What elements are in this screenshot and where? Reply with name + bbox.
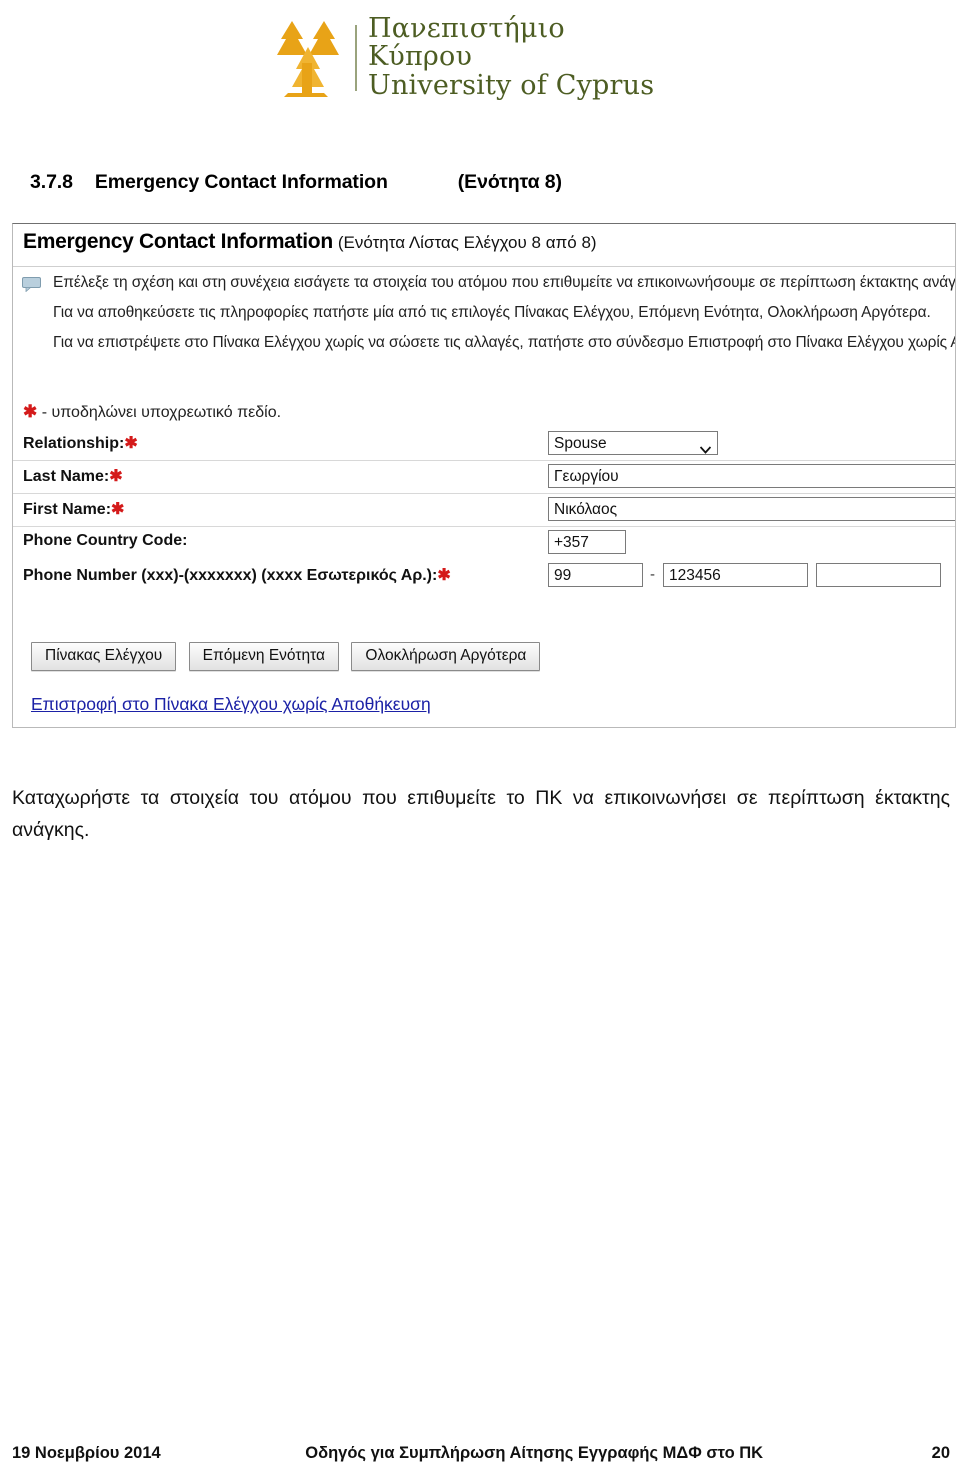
- phone-area-value: 99: [554, 567, 572, 584]
- instruction-line-3: Για να επιστρέψετε στο Πίνακα Ελέγχου χω…: [53, 334, 956, 351]
- last-name-value: Γεωργίου: [554, 468, 619, 485]
- row-divider-3: [13, 526, 955, 527]
- row-divider-1: [13, 460, 955, 461]
- last-name-input[interactable]: Γεωργίου: [548, 464, 955, 488]
- footer-title: Οδηγός για Συμπλήρωση Αίτησης Εγγραφής Μ…: [305, 1444, 764, 1462]
- first-name-input[interactable]: Νικόλαος: [548, 497, 955, 521]
- footer-page-number: 20: [931, 1444, 950, 1462]
- form-title: Emergency Contact Information (Ενότητα Λί…: [23, 230, 597, 254]
- required-note-text: - υποδηλώνει υποχρεωτικό πεδίο.: [41, 404, 282, 421]
- form-button-row: Πίνακας Ελέγχου Επόμενη Ενότητα Ολοκλήρω…: [31, 642, 548, 671]
- phone-number-value: 123456: [669, 567, 721, 584]
- form-title-suffix: (Ενότητα Λίστας Ελέγχου 8 από 8): [337, 233, 597, 252]
- country-code-value: +357: [554, 534, 589, 551]
- required-asterisk-icon: ✱: [23, 402, 38, 421]
- body-paragraph: Καταχωρήστε τα στοιχεία του ατόμου που ε…: [12, 786, 950, 841]
- row-divider-2: [13, 493, 955, 494]
- dashboard-button[interactable]: Πίνακας Ελέγχου: [31, 642, 177, 671]
- relationship-select[interactable]: Spouse: [548, 431, 718, 455]
- speech-bubble-icon: [22, 277, 41, 293]
- next-section-button[interactable]: Επόμενη Ενότητα: [188, 642, 339, 671]
- phone-extension-input[interactable]: [816, 563, 941, 587]
- phone-label: Phone Number (xxx)-(xxxxxxx) (xxxx Εσωτε…: [23, 567, 451, 584]
- phone-number-input[interactable]: 123456: [663, 563, 808, 587]
- country-code-label: Phone Country Code:: [23, 532, 188, 549]
- relationship-label: Relationship:✱: [23, 435, 138, 452]
- title-divider: [13, 266, 955, 267]
- phone-required-icon: ✱: [437, 567, 451, 584]
- last-name-label: Last Name:✱: [23, 468, 123, 485]
- form-title-main: Emergency Contact Information: [23, 230, 333, 253]
- university-logo: Πανεπιστήμιο Κύπρου University of Cyprus: [262, 10, 667, 105]
- section-number: 3.7.8: [30, 171, 73, 193]
- chevron-down-icon: [699, 439, 712, 454]
- footer-date: 19 Νοεμβρίου 2014: [12, 1444, 161, 1462]
- return-without-saving-link[interactable]: Επιστροφή στο Πίνακα Ελέγχου χωρίς Αποθή…: [31, 694, 431, 715]
- logo-greek-name: Πανεπιστήμιο Κύπρου: [368, 13, 565, 73]
- last-name-required-icon: ✱: [109, 468, 123, 485]
- logo-divider: [355, 24, 357, 91]
- section-greek-label: (Ενότητα 8): [457, 171, 562, 193]
- section-heading: 3.7.8 Emergency Contact Information (Ενότη…: [30, 171, 730, 194]
- section-title: Emergency Contact Information: [94, 171, 388, 193]
- phone-separator: -: [650, 566, 655, 583]
- first-name-required-icon: ✱: [111, 501, 125, 518]
- logo-english-name: University of Cyprus: [368, 69, 655, 101]
- phone-area-input[interactable]: 99: [548, 563, 643, 587]
- instruction-line-1: Επέλεξε τη σχέση και στη συνέχεια εισάγε…: [53, 274, 956, 291]
- instruction-line-2: Για να αποθηκεύσετε τις πληροφορίες πατή…: [53, 304, 931, 321]
- country-code-input[interactable]: +357: [548, 530, 626, 554]
- required-field-note: ✱ - υποδηλώνει υποχρεωτικό πεδίο.: [23, 402, 281, 422]
- first-name-value: Νικόλαος: [554, 501, 618, 518]
- tree-logo-icon: [262, 17, 350, 99]
- relationship-select-value: Spouse: [554, 435, 607, 452]
- relationship-required-icon: ✱: [124, 435, 138, 452]
- embedded-screenshot: Emergency Contact Information (Ενότητα Λί…: [12, 223, 956, 728]
- page-footer: 19 Νοεμβρίου 2014 Οδηγός για Συμπλήρωση …: [12, 1444, 950, 1463]
- first-name-label: First Name:✱: [23, 501, 125, 518]
- finish-later-button[interactable]: Ολοκλήρωση Αργότερα: [351, 642, 541, 671]
